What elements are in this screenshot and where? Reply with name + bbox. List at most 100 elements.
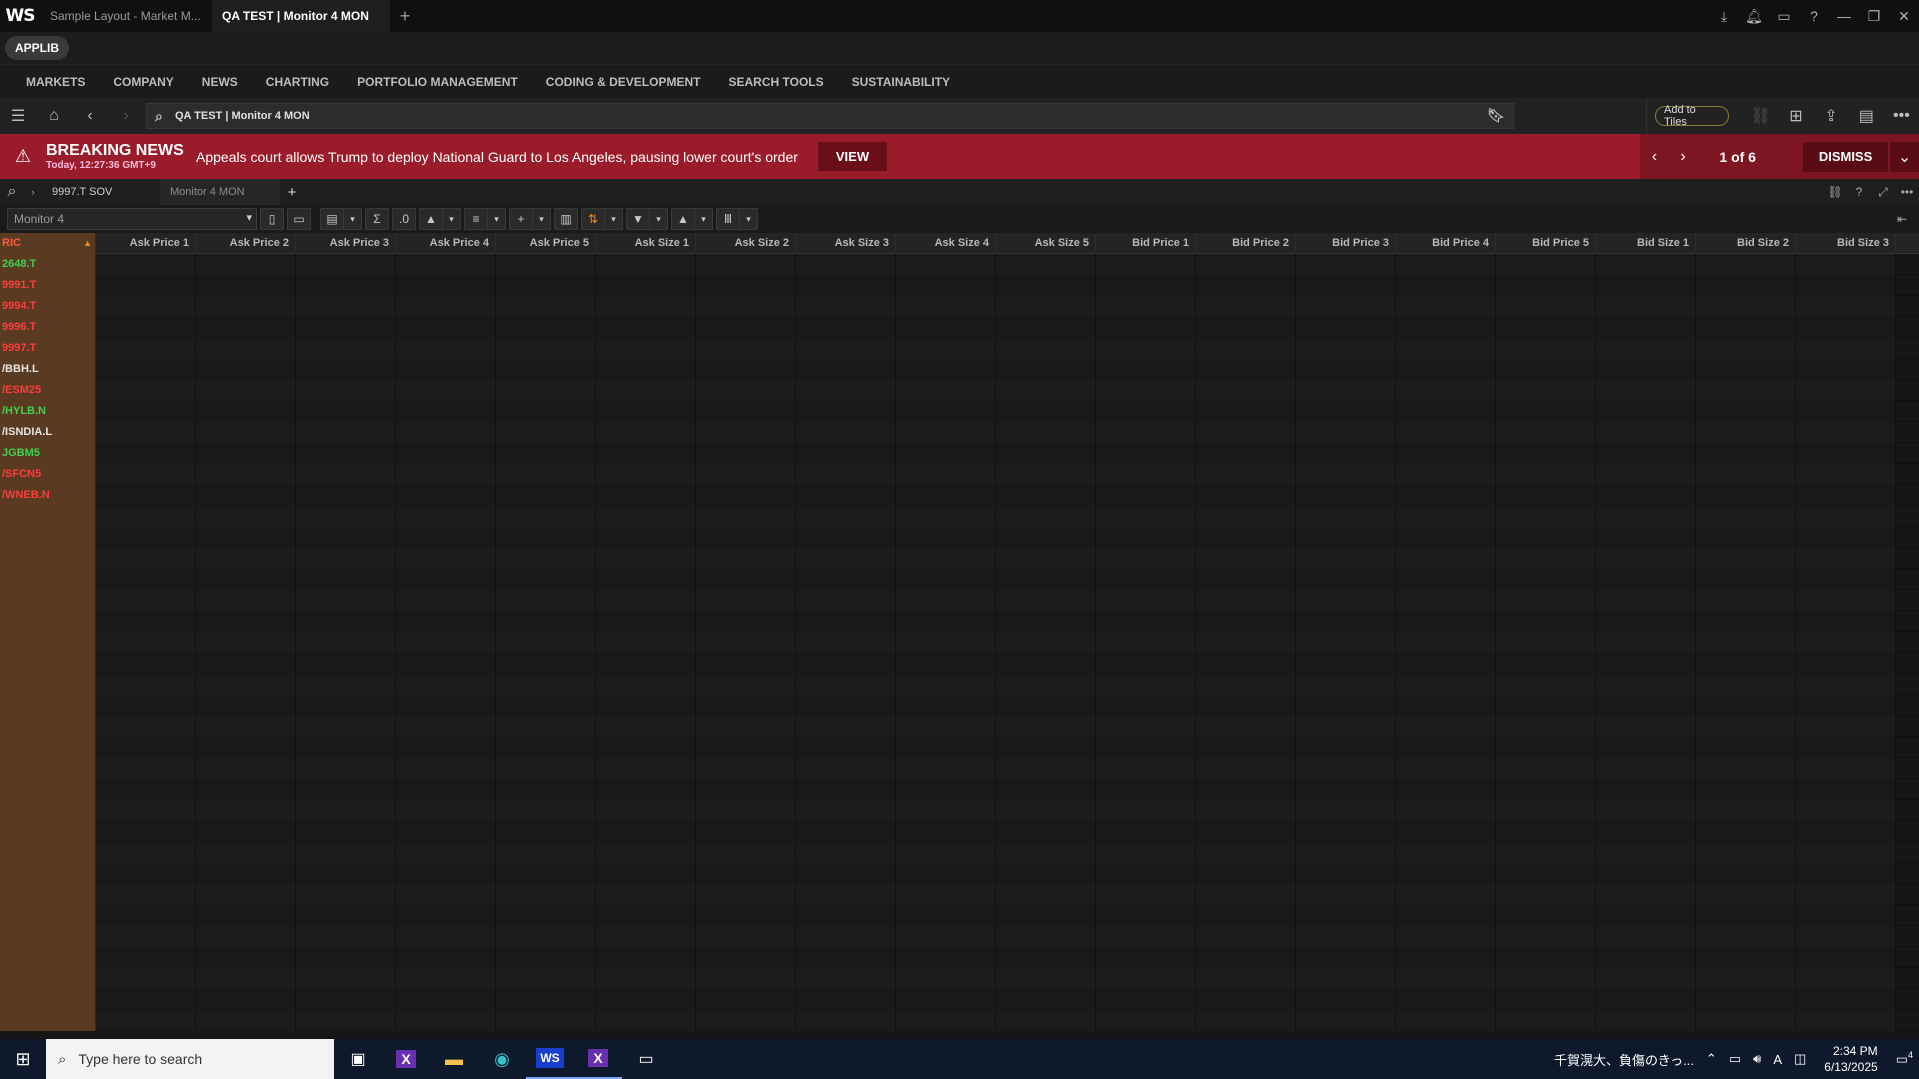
data-cell[interactable] (896, 611, 996, 632)
chevron-down-icon[interactable]: ⌄ (1890, 141, 1919, 172)
data-cell[interactable] (996, 485, 1096, 506)
data-cell[interactable] (1696, 611, 1796, 632)
data-cell[interactable] (596, 548, 696, 569)
data-cell[interactable] (1496, 632, 1596, 653)
data-cell[interactable] (596, 338, 696, 359)
data-cell[interactable] (696, 464, 796, 485)
data-cell[interactable] (596, 1010, 696, 1031)
ime-indicator[interactable]: A (1767, 1052, 1788, 1067)
data-cell[interactable] (1296, 905, 1396, 926)
data-cell[interactable] (1596, 947, 1696, 968)
decimal-icon[interactable]: .0 (392, 208, 416, 230)
data-cell[interactable] (596, 737, 696, 758)
data-cell[interactable] (696, 926, 796, 947)
data-cell[interactable] (1596, 548, 1696, 569)
data-cell[interactable] (96, 632, 196, 653)
data-cell[interactable] (596, 401, 696, 422)
data-cell[interactable] (796, 632, 896, 653)
data-cell[interactable] (296, 926, 396, 947)
data-cell[interactable] (1096, 695, 1196, 716)
data-cell[interactable] (1596, 779, 1696, 800)
data-cell[interactable] (1096, 632, 1196, 653)
data-cell[interactable] (1696, 296, 1796, 317)
ric-cell[interactable] (0, 1010, 96, 1031)
data-cell[interactable] (596, 695, 696, 716)
data-cell[interactable] (96, 947, 196, 968)
ric-cell[interactable]: 2648.T (0, 254, 96, 275)
data-cell[interactable] (1496, 821, 1596, 842)
data-cell[interactable] (996, 842, 1096, 863)
data-cell[interactable] (796, 926, 896, 947)
data-cell[interactable] (1796, 863, 1896, 884)
data-cell[interactable] (1596, 275, 1696, 296)
data-cell[interactable] (96, 548, 196, 569)
data-cell[interactable] (696, 758, 796, 779)
data-cell[interactable] (1496, 506, 1596, 527)
data-cell[interactable] (1496, 674, 1596, 695)
data-cell[interactable] (896, 296, 996, 317)
data-cell[interactable] (996, 590, 1096, 611)
data-cell[interactable] (1096, 527, 1196, 548)
data-cell[interactable] (996, 800, 1096, 821)
home-icon[interactable]: ⌂ (36, 98, 72, 134)
data-cell[interactable] (1396, 317, 1496, 338)
data-cell[interactable] (596, 443, 696, 464)
data-cell[interactable] (1296, 338, 1396, 359)
data-cell[interactable] (896, 338, 996, 359)
data-cell[interactable] (696, 359, 796, 380)
notification-center-icon[interactable]: ▭4 (1890, 1050, 1919, 1067)
data-cell[interactable] (1496, 464, 1596, 485)
data-cell[interactable] (96, 443, 196, 464)
delete-icon[interactable]: ▥ (554, 208, 578, 230)
column-header[interactable]: Ask Price 1 (96, 233, 196, 254)
data-cell[interactable] (196, 926, 296, 947)
next-news-icon[interactable]: › (1669, 148, 1698, 166)
data-cell[interactable] (1796, 611, 1896, 632)
data-cell[interactable] (496, 989, 596, 1010)
data-cell[interactable] (296, 611, 396, 632)
table-row[interactable] (0, 653, 1919, 674)
data-cell[interactable] (1496, 884, 1596, 905)
data-cell[interactable] (1396, 674, 1496, 695)
tab-qa-test-monitor[interactable]: QA TEST | Monitor 4 MON (212, 0, 390, 32)
data-cell[interactable] (996, 632, 1096, 653)
data-cell[interactable] (796, 674, 896, 695)
data-cell[interactable] (396, 401, 496, 422)
data-cell[interactable] (1696, 842, 1796, 863)
data-cell[interactable] (696, 968, 796, 989)
add-to-tiles-button[interactable]: Add to Tiles (1655, 104, 1730, 128)
data-cell[interactable] (1396, 296, 1496, 317)
data-cell[interactable] (496, 779, 596, 800)
data-cell[interactable] (196, 863, 296, 884)
data-cell[interactable] (996, 548, 1096, 569)
ric-cell[interactable]: /SFCN5 (0, 464, 96, 485)
data-cell[interactable] (96, 317, 196, 338)
previous-news-icon[interactable]: ‹ (1640, 148, 1669, 166)
data-cell[interactable] (496, 548, 596, 569)
data-cell[interactable] (1396, 590, 1496, 611)
table-row[interactable] (0, 884, 1919, 905)
dismiss-button[interactable]: DISMISS (1802, 141, 1889, 172)
data-cell[interactable] (1696, 674, 1796, 695)
data-cell[interactable] (296, 653, 396, 674)
data-cell[interactable] (396, 590, 496, 611)
ric-cell[interactable]: 9997.T (0, 338, 96, 359)
data-cell[interactable] (696, 632, 796, 653)
data-cell[interactable] (396, 716, 496, 737)
data-cell[interactable] (996, 779, 1096, 800)
data-cell[interactable] (696, 380, 796, 401)
ric-cell[interactable] (0, 527, 96, 548)
data-cell[interactable] (1696, 506, 1796, 527)
column-header[interactable]: Bid Size 3 (1796, 233, 1896, 254)
table-row[interactable] (0, 905, 1919, 926)
data-cell[interactable] (896, 422, 996, 443)
data-cell[interactable] (296, 716, 396, 737)
data-cell[interactable] (1396, 380, 1496, 401)
ric-cell[interactable] (0, 653, 96, 674)
data-cell[interactable] (1696, 527, 1796, 548)
data-cell[interactable] (596, 317, 696, 338)
table-row[interactable]: 9997.T (0, 338, 1919, 359)
data-cell[interactable] (196, 548, 296, 569)
data-cell[interactable] (96, 590, 196, 611)
table-row[interactable] (0, 548, 1919, 569)
